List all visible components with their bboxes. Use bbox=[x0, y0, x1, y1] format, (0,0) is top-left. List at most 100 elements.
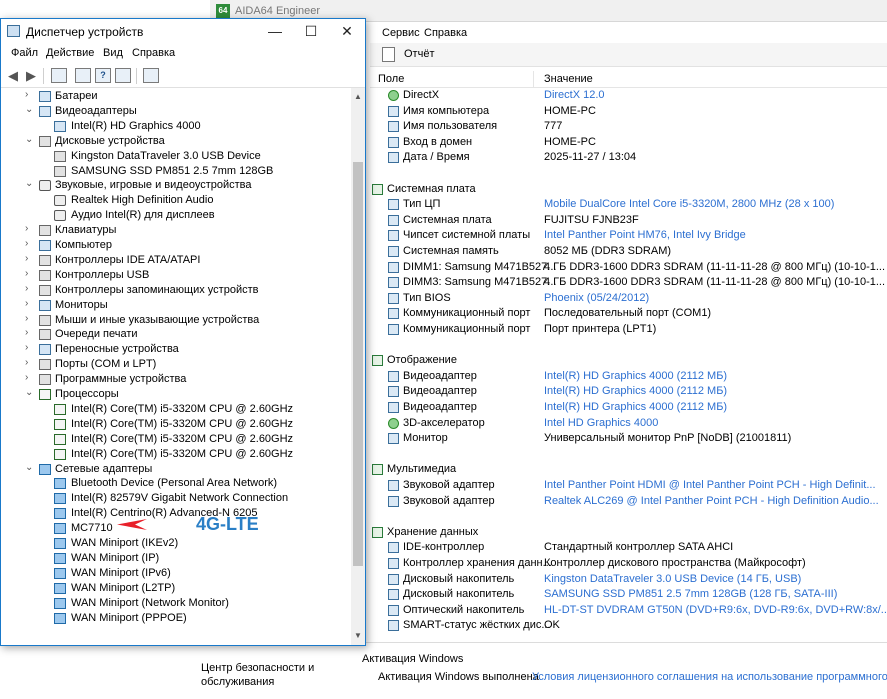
field-value-link[interactable]: Mobile DualCore Intel Core i5-3320M, 280… bbox=[544, 198, 834, 210]
close-button[interactable]: ✕ bbox=[329, 19, 365, 44]
tree-category[interactable]: › Мыши и иные указывающие устройства bbox=[1, 313, 351, 328]
field-value-link[interactable]: SAMSUNG SSD PM851 2.5 7mm 128GB (128 ГБ,… bbox=[544, 588, 837, 600]
field-value-link[interactable]: Intel Panther Point HDMI @ Intel Panther… bbox=[544, 479, 876, 491]
list-row[interactable]: Дата / Время 2025-11-27 / 13:04 bbox=[370, 150, 887, 166]
menu-file[interactable]: Файл bbox=[11, 47, 38, 59]
chevron-right-icon[interactable]: › bbox=[25, 342, 28, 353]
menu-view[interactable]: Вид bbox=[103, 47, 123, 59]
tree-device[interactable]: Аудио Intel(R) для дисплеев bbox=[1, 208, 351, 223]
tree-device[interactable]: Intel(R) Core(TM) i5-3320M CPU @ 2.60GHz bbox=[1, 447, 351, 462]
license-terms-link[interactable]: Условия лицензионного соглашения на испо… bbox=[532, 671, 887, 683]
list-row[interactable]: DIMM1: Samsung M471B527... 4 ГБ DDR3-1600… bbox=[370, 260, 887, 276]
tree-device[interactable]: WAN Miniport (IKEv2) bbox=[1, 536, 351, 551]
tree-category[interactable]: ⌄ Процессоры bbox=[1, 387, 351, 402]
list-row[interactable]: Системная память 8052 МБ (DDR3 SDRAM) bbox=[370, 244, 887, 260]
tree-device[interactable]: Realtek High Definition Audio bbox=[1, 193, 351, 208]
field-value-link[interactable]: Intel HD Graphics 4000 bbox=[544, 417, 658, 429]
security-center-link[interactable]: Центр безопасности и обслуживания bbox=[201, 661, 351, 689]
chevron-right-icon[interactable]: › bbox=[25, 223, 28, 234]
tree-category[interactable]: › Клавиатуры bbox=[1, 223, 351, 238]
tree-device[interactable]: Intel(R) Core(TM) i5-3320M CPU @ 2.60GHz bbox=[1, 402, 351, 417]
tree-category[interactable]: › Контроллеры USB bbox=[1, 268, 351, 283]
back-arrow-icon[interactable]: ◀ bbox=[5, 68, 21, 83]
tree-device[interactable]: MC7710 bbox=[1, 521, 351, 536]
minimize-button[interactable]: — bbox=[257, 19, 293, 44]
field-value-link[interactable]: Intel(R) HD Graphics 4000 (2112 МБ) bbox=[544, 401, 727, 413]
tree-device[interactable]: Bluetooth Device (Personal Area Network) bbox=[1, 476, 351, 491]
tree-category[interactable]: › Компьютер bbox=[1, 238, 351, 253]
list-row[interactable]: SMART-статус жёстких дис... OK bbox=[370, 618, 887, 634]
list-row[interactable]: Дисковый накопитель SAMSUNG SSD PM851 2.5… bbox=[370, 587, 887, 603]
update-driver-icon[interactable] bbox=[115, 68, 131, 83]
tree-category[interactable]: › Очереди печати bbox=[1, 327, 351, 342]
list-row[interactable]: Звуковой адаптер Intel Panther Point HDMI… bbox=[370, 478, 887, 494]
tree-device[interactable]: WAN Miniport (L2TP) bbox=[1, 581, 351, 596]
tree-category[interactable]: ⌄ Звуковые, игровые и видеоустройства bbox=[1, 178, 351, 193]
scroll-up-arrow-icon[interactable]: ▲ bbox=[351, 90, 365, 104]
tree-device[interactable]: WAN Miniport (PPPOE) bbox=[1, 611, 351, 626]
field-value-link[interactable]: Kingston DataTraveler 3.0 USB Device (14… bbox=[544, 573, 801, 585]
tree-category[interactable]: › Программные устройства bbox=[1, 372, 351, 387]
chevron-down-icon[interactable]: ⌄ bbox=[25, 387, 33, 398]
forward-arrow-icon[interactable]: ▶ bbox=[23, 68, 39, 83]
tree-device[interactable]: WAN Miniport (IPv6) bbox=[1, 566, 351, 581]
field-value-link[interactable]: Intel(R) HD Graphics 4000 (2112 МБ) bbox=[544, 385, 727, 397]
field-value-link[interactable]: Intel Panther Point HM76, Intel Ivy Brid… bbox=[544, 229, 746, 241]
list-row[interactable]: Коммуникационный порт Последовательный по… bbox=[370, 306, 887, 322]
properties-icon[interactable] bbox=[75, 68, 91, 83]
report-button[interactable]: Отчёт bbox=[404, 48, 434, 60]
tree-device[interactable]: Intel(R) HD Graphics 4000 bbox=[1, 119, 351, 134]
tree-device[interactable]: WAN Miniport (Network Monitor) bbox=[1, 596, 351, 611]
help-icon[interactable]: ? bbox=[95, 68, 111, 83]
list-row[interactable]: Системная плата FUJITSU FJNB23F bbox=[370, 213, 887, 229]
list-row[interactable]: Имя компьютера HOME-PC bbox=[370, 104, 887, 120]
list-row[interactable]: Имя пользователя 777 bbox=[370, 119, 887, 135]
field-value-link[interactable]: Intel(R) HD Graphics 4000 (2112 МБ) bbox=[544, 370, 727, 382]
list-section-header[interactable]: Мультимедиа bbox=[370, 462, 887, 478]
menu-help[interactable]: Справка bbox=[132, 47, 175, 59]
chevron-right-icon[interactable]: › bbox=[25, 268, 28, 279]
tree-device[interactable]: SAMSUNG SSD PM851 2.5 7mm 128GB bbox=[1, 164, 351, 179]
list-row[interactable]: IDE-контроллер Стандартный контроллер SAT… bbox=[370, 540, 887, 556]
vertical-scrollbar[interactable]: ▲ ▼ bbox=[351, 88, 365, 645]
list-row[interactable]: Тип BIOS Phoenix (05/24/2012) bbox=[370, 291, 887, 307]
chevron-down-icon[interactable]: ⌄ bbox=[25, 134, 33, 145]
menu-help[interactable]: Справка bbox=[424, 27, 467, 39]
list-row[interactable]: 3D-акселератор Intel HD Graphics 4000 bbox=[370, 416, 887, 432]
list-row[interactable]: Видеоадаптер Intel(R) HD Graphics 4000 (2… bbox=[370, 400, 887, 416]
column-header-value[interactable]: Значение bbox=[544, 73, 593, 85]
chevron-right-icon[interactable]: › bbox=[25, 238, 28, 249]
tree-category[interactable]: › Контроллеры IDE ATA/ATAPI bbox=[1, 253, 351, 268]
field-value-link[interactable]: HL-DT-ST DVDRAM GT50N (DVD+R9:6x, DVD-R9… bbox=[544, 604, 887, 616]
scrollbar-thumb[interactable] bbox=[353, 162, 363, 566]
list-row[interactable]: Монитор Универсальный монитор PnP [NoDB] … bbox=[370, 431, 887, 447]
field-value-link[interactable]: Phoenix (05/24/2012) bbox=[544, 292, 649, 304]
list-row[interactable]: Оптический накопитель HL-DT-ST DVDRAM GT5… bbox=[370, 603, 887, 619]
column-separator[interactable] bbox=[533, 71, 534, 88]
report-icon[interactable] bbox=[382, 47, 395, 62]
chevron-right-icon[interactable]: › bbox=[25, 313, 28, 324]
chevron-right-icon[interactable]: › bbox=[25, 89, 28, 100]
tree-device[interactable]: Intel(R) 82579V Gigabit Network Connecti… bbox=[1, 491, 351, 506]
tree-device[interactable]: WAN Miniport (IP) bbox=[1, 551, 351, 566]
list-row[interactable]: Вход в домен HOME-PC bbox=[370, 135, 887, 151]
tree-category[interactable]: › Контроллеры запоминающих устройств bbox=[1, 283, 351, 298]
list-row[interactable]: DirectX DirectX 12.0 bbox=[370, 88, 887, 104]
column-header-field[interactable]: Поле bbox=[378, 73, 404, 85]
chevron-down-icon[interactable]: ⌄ bbox=[25, 462, 33, 473]
field-value-link[interactable]: Realtek ALC269 @ Intel Panther Point PCH… bbox=[544, 495, 879, 507]
tree-category[interactable]: › Мониторы bbox=[1, 298, 351, 313]
list-row[interactable]: Контроллер хранения данн... Контроллер ди… bbox=[370, 556, 887, 572]
menu-service[interactable]: Сервис bbox=[382, 27, 420, 39]
tree-device[interactable]: Kingston DataTraveler 3.0 USB Device bbox=[1, 149, 351, 164]
list-row[interactable]: Коммуникационный порт Порт принтера (LPT1… bbox=[370, 322, 887, 338]
tree-category[interactable]: › Переносные устройства bbox=[1, 342, 351, 357]
chevron-right-icon[interactable]: › bbox=[25, 283, 28, 294]
show-hide-console-tree-icon[interactable] bbox=[51, 68, 67, 83]
list-row[interactable]: Видеоадаптер Intel(R) HD Graphics 4000 (2… bbox=[370, 384, 887, 400]
chevron-down-icon[interactable]: ⌄ bbox=[25, 178, 33, 189]
tree-device[interactable]: Intel(R) Centrino(R) Advanced-N 6205 bbox=[1, 506, 351, 521]
chevron-right-icon[interactable]: › bbox=[25, 327, 28, 338]
list-row[interactable]: DIMM3: Samsung M471B527... 4 ГБ DDR3-1600… bbox=[370, 275, 887, 291]
chevron-down-icon[interactable]: ⌄ bbox=[25, 104, 33, 115]
